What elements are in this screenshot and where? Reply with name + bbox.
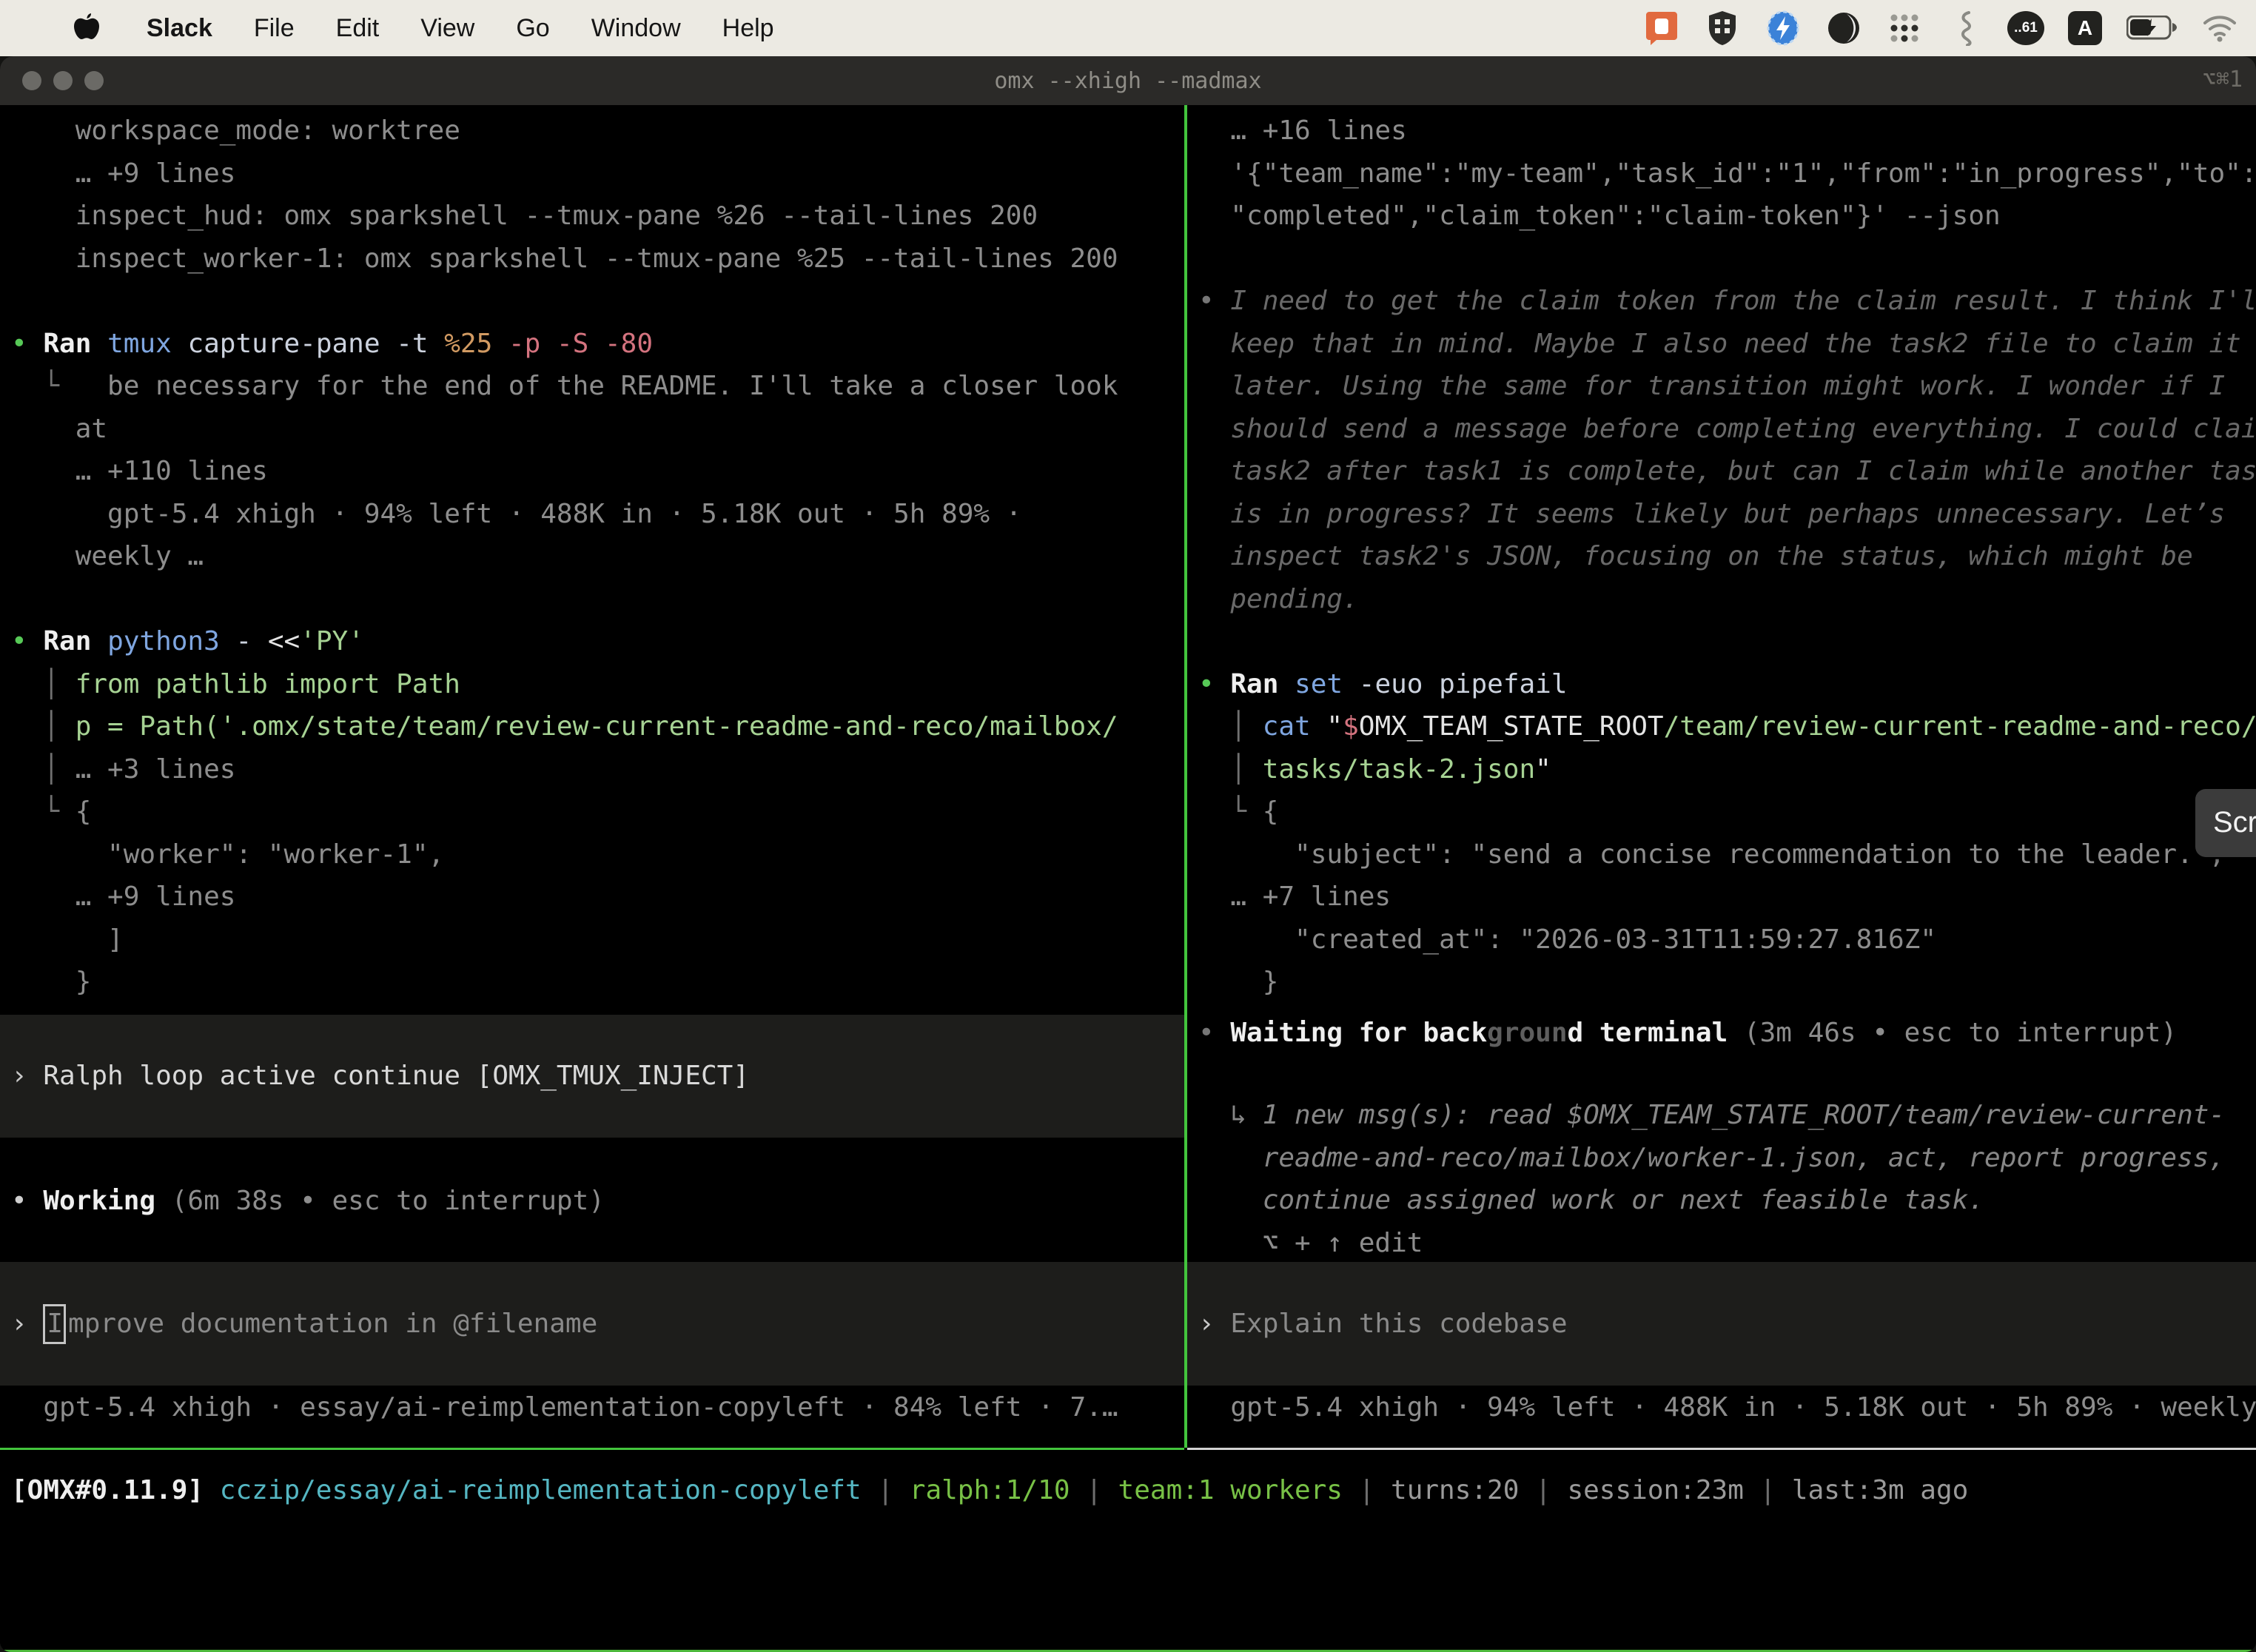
terminal-line: • I need to get the claim token from the… [1198, 280, 2256, 323]
terminal-line: ⌥ + ↑ edit [1198, 1222, 2256, 1265]
terminal-line [11, 280, 1184, 323]
terminal-line: › Improve documentation in @filename [11, 1303, 1184, 1346]
omx-status-line: [OMX#0.11.9] cczip/essay/ai-reimplementa… [11, 1469, 1968, 1512]
terminal-line: "worker": "worker-1", [11, 833, 1184, 876]
menu-item-edit[interactable]: Edit [336, 14, 380, 43]
right-prompt-input[interactable]: › Explain this codebase [1187, 1262, 2256, 1386]
chat-icon[interactable] [1643, 10, 1680, 47]
terminal-line: │ … +3 lines [11, 748, 1184, 791]
window-shortcut-hint: ⌥⌘1 [2203, 67, 2243, 93]
terminal-line: } [11, 961, 1184, 1004]
terminal-line: │ p = Path('.omx/state/team/review-curre… [11, 705, 1184, 748]
terminal-line: inspect task2's JSON, focusing on the st… [1198, 535, 2256, 578]
terminal-line: … +9 lines [11, 876, 1184, 919]
badge-61-icon[interactable]: ..61 [2007, 11, 2044, 45]
terminal-area: workspace_mode: worktree … +9 lines insp… [0, 105, 2256, 1652]
apple-menu-icon[interactable] [68, 10, 105, 47]
terminal-line: task2 after task1 is complete, but can I… [1198, 450, 2256, 493]
menu-item-view[interactable]: View [420, 14, 474, 43]
letter-a-icon[interactable]: A [2068, 11, 2102, 45]
minimize-button[interactable] [53, 71, 73, 90]
terminal-line: readme-and-reco/mailbox/worker-1.json, a… [1198, 1137, 2256, 1180]
terminal-line: │ tasks/task-2.json" [1198, 748, 2256, 791]
pane-divider[interactable] [1184, 105, 1187, 1448]
dots-grid-icon[interactable] [1886, 10, 1923, 47]
pane-right: … +16 lines '{"team_name":"my-team","tas… [1187, 105, 2256, 1448]
terminal-line: keep that in mind. Maybe I also need the… [1198, 323, 2256, 366]
left-prompt-input[interactable]: › Improve documentation in @filename [0, 1262, 1184, 1386]
terminal-line: continue assigned work or next feasible … [1198, 1179, 2256, 1222]
close-button[interactable] [22, 71, 41, 90]
left-input-band-ralph[interactable]: › Ralph loop active continue [OMX_TMUX_I… [0, 1015, 1184, 1138]
terminal-line [1198, 238, 2256, 281]
menu-item-help[interactable]: Help [722, 14, 774, 43]
terminal-line: • Waiting for background terminal (3m 46… [1198, 1012, 2256, 1055]
terminal-line: inspect_hud: omx sparkshell --tmux-pane … [11, 195, 1184, 238]
waiting-status-line: • Waiting for background terminal (3m 46… [1198, 1012, 2256, 1055]
terminal-line: workspace_mode: worktree [11, 110, 1184, 152]
wifi-icon[interactable] [2201, 10, 2238, 47]
menu-item-go[interactable]: Go [516, 14, 549, 43]
terminal-line: └ { [11, 790, 1184, 833]
shield-icon[interactable] [1704, 10, 1741, 47]
terminal-line [1198, 620, 2256, 663]
terminal-line: › Explain this codebase [1198, 1303, 2256, 1346]
terminal-line: └ { [1198, 790, 2256, 833]
terminal-line: gpt-5.4 xhigh · 94% left · 488K in · 5.1… [1198, 1386, 2256, 1429]
terminal-line: is in progress? It seems likely but perh… [1198, 493, 2256, 536]
battery-icon[interactable] [2126, 10, 2178, 47]
terminal-line [11, 578, 1184, 621]
terminal-line: "completed","claim_token":"claim-token"}… [1198, 195, 2256, 238]
terminal-line: │ from pathlib import Path [11, 663, 1184, 706]
terminal-line: [OMX#0.11.9] cczip/essay/ai-reimplementa… [11, 1469, 1968, 1512]
mailbox-message-block: ↳ 1 new msg(s): read $OMX_TEAM_STATE_ROO… [1198, 1094, 2256, 1264]
terminal-line: at [11, 408, 1184, 451]
crescent-icon[interactable] [1825, 10, 1862, 47]
terminal-line: │ cat "$OMX_TEAM_STATE_ROOT/team/review-… [1198, 705, 2256, 748]
terminal-line: "subject": "send a concise recommendatio… [1198, 833, 2256, 876]
terminal-line: } [1198, 961, 2256, 1004]
terminal-line: gpt-5.4 xhigh · essay/ai-reimplementatio… [11, 1386, 1184, 1429]
terminal-line: ] [11, 919, 1184, 961]
terminal-line: … +7 lines [1198, 876, 2256, 919]
squiggle-icon[interactable] [1947, 10, 1984, 47]
terminal-window: omx --xhigh --madmax ⌥⌘1 workspace_mode:… [0, 56, 2256, 1652]
pane-left: workspace_mode: worktree … +9 lines insp… [0, 105, 1184, 1448]
terminal-line: should send a message before completing … [1198, 408, 2256, 451]
menu-item-window[interactable]: Window [591, 14, 681, 43]
terminal-line: • Ran tmux capture-pane -t %25 -p -S -80 [11, 323, 1184, 366]
left-pane-border [0, 1448, 1184, 1450]
terminal-line: … +9 lines [11, 152, 1184, 195]
terminal-line: ↳ 1 new msg(s): read $OMX_TEAM_STATE_ROO… [1198, 1094, 2256, 1137]
terminal-line: "created_at": "2026-03-31T11:59:27.816Z" [1198, 919, 2256, 961]
right-pane-border [1187, 1448, 2256, 1450]
zap-icon[interactable] [1765, 10, 1802, 47]
terminal-line: gpt-5.4 xhigh · 94% left · 488K in · 5.1… [11, 493, 1184, 536]
terminal-line: └ be necessary for the end of the README… [11, 365, 1184, 408]
right-model-status-line: gpt-5.4 xhigh · 94% left · 488K in · 5.1… [1198, 1386, 2256, 1429]
terminal-line: • Working (6m 38s • esc to interrupt) [11, 1180, 1184, 1223]
window-title: omx --xhigh --madmax [0, 68, 2256, 94]
terminal-line: • Ran set -euo pipefail [1198, 663, 2256, 706]
left-model-status-line: gpt-5.4 xhigh · essay/ai-reimplementatio… [11, 1386, 1184, 1429]
menu-item-file[interactable]: File [254, 14, 295, 43]
terminal-line: … +110 lines [11, 450, 1184, 493]
screen-tooltip: Scre [2195, 789, 2256, 857]
menu-bar: Slack File Edit View Go Window Help ..61 A [0, 0, 2256, 56]
terminal-line: weekly … [11, 535, 1184, 578]
terminal-line: • Ran python3 - <<'PY' [11, 620, 1184, 663]
terminal-line: later. Using the same for transition mig… [1198, 365, 2256, 408]
menu-item-slack[interactable]: Slack [147, 14, 212, 43]
terminal-line: '{"team_name":"my-team","task_id":"1","f… [1198, 152, 2256, 195]
terminal-line: … +16 lines [1198, 110, 2256, 152]
zoom-button[interactable] [84, 71, 104, 90]
working-status-line: • Working (6m 38s • esc to interrupt) [11, 1180, 1184, 1223]
terminal-line: inspect_worker-1: omx sparkshell --tmux-… [11, 238, 1184, 281]
title-bar: omx --xhigh --madmax ⌥⌘1 [0, 56, 2256, 105]
terminal-line: › Ralph loop active continue [OMX_TMUX_I… [11, 1055, 1184, 1098]
terminal-line: pending. [1198, 578, 2256, 621]
